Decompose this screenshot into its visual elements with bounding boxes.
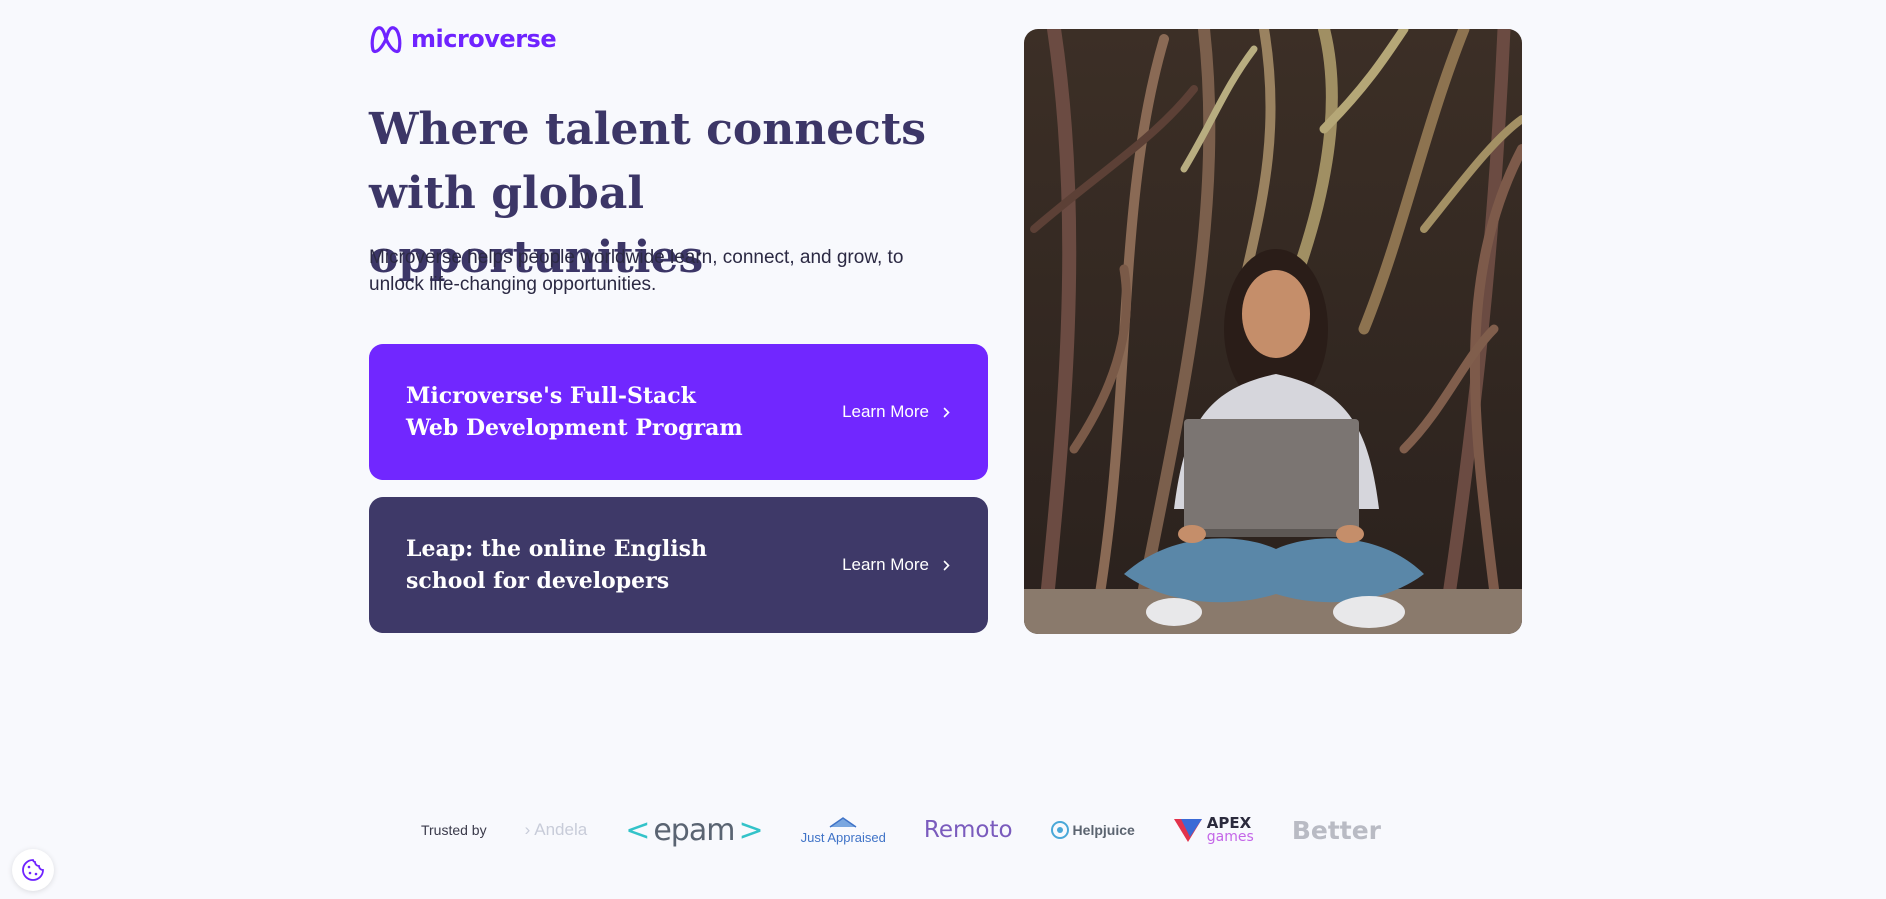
person-with-laptop-image <box>1024 29 1522 634</box>
leap-english-card[interactable]: Leap: the online English school for deve… <box>369 497 988 633</box>
epam-bracket-left-icon: < <box>625 812 650 848</box>
helpjuice-wordmark: Helpjuice <box>1072 822 1135 838</box>
learn-more-link[interactable]: Learn More <box>842 402 950 422</box>
cookie-icon <box>22 859 44 881</box>
hero-photo <box>1024 29 1522 634</box>
trusted-by-label: Trusted by <box>420 822 487 838</box>
games-wordmark: games <box>1206 829 1254 845</box>
apex-games-logo: APEX games <box>1173 816 1254 844</box>
just-appraised-logo: Just Appraised <box>801 816 886 845</box>
learn-more-link[interactable]: Learn More <box>842 555 950 575</box>
epam-wordmark: epam <box>653 812 735 848</box>
helpjuice-logo: Helpjuice <box>1050 821 1135 839</box>
better-wordmark: Better <box>1291 815 1382 845</box>
helpjuice-icon <box>1050 821 1069 839</box>
card-title: Microverse's Full-Stack Web Development … <box>406 383 743 441</box>
remoto-wordmark: Remoto <box>923 817 1013 843</box>
andela-wordmark: Andela <box>534 820 588 839</box>
microverse-logo-icon <box>370 26 402 54</box>
roof-icon <box>829 816 857 828</box>
just-appraised-wordmark: Just Appraised <box>800 829 886 845</box>
andela-logo: › Andela <box>525 820 588 840</box>
microverse-logo[interactable]: microverse <box>369 24 557 54</box>
andela-mark-icon: › <box>524 820 531 839</box>
learn-more-label: Learn More <box>842 402 929 421</box>
card-title: Leap: the online English school for deve… <box>406 536 707 594</box>
trusted-by-strip: Trusted by › Andela < epam > Just Apprai… <box>0 810 1886 850</box>
epam-bracket-right-icon: > <box>738 812 763 848</box>
cookie-settings-button[interactable] <box>12 849 54 891</box>
logo-wordmark: microverse <box>411 25 557 53</box>
learn-more-label: Learn More <box>842 555 929 574</box>
apex-triangle-icon <box>1173 819 1202 842</box>
apex-wordmark: APEX <box>1206 814 1252 832</box>
better-logo: Better <box>1292 816 1381 845</box>
fullstack-program-card[interactable]: Microverse's Full-Stack Web Development … <box>369 344 988 480</box>
hero-subtitle: Microverse helps people worldwide learn,… <box>369 247 904 295</box>
remoto-logo: Remoto <box>924 817 1013 843</box>
chevron-right-icon <box>943 560 950 570</box>
chevron-right-icon <box>943 407 950 417</box>
epam-logo: < epam > <box>625 812 763 848</box>
